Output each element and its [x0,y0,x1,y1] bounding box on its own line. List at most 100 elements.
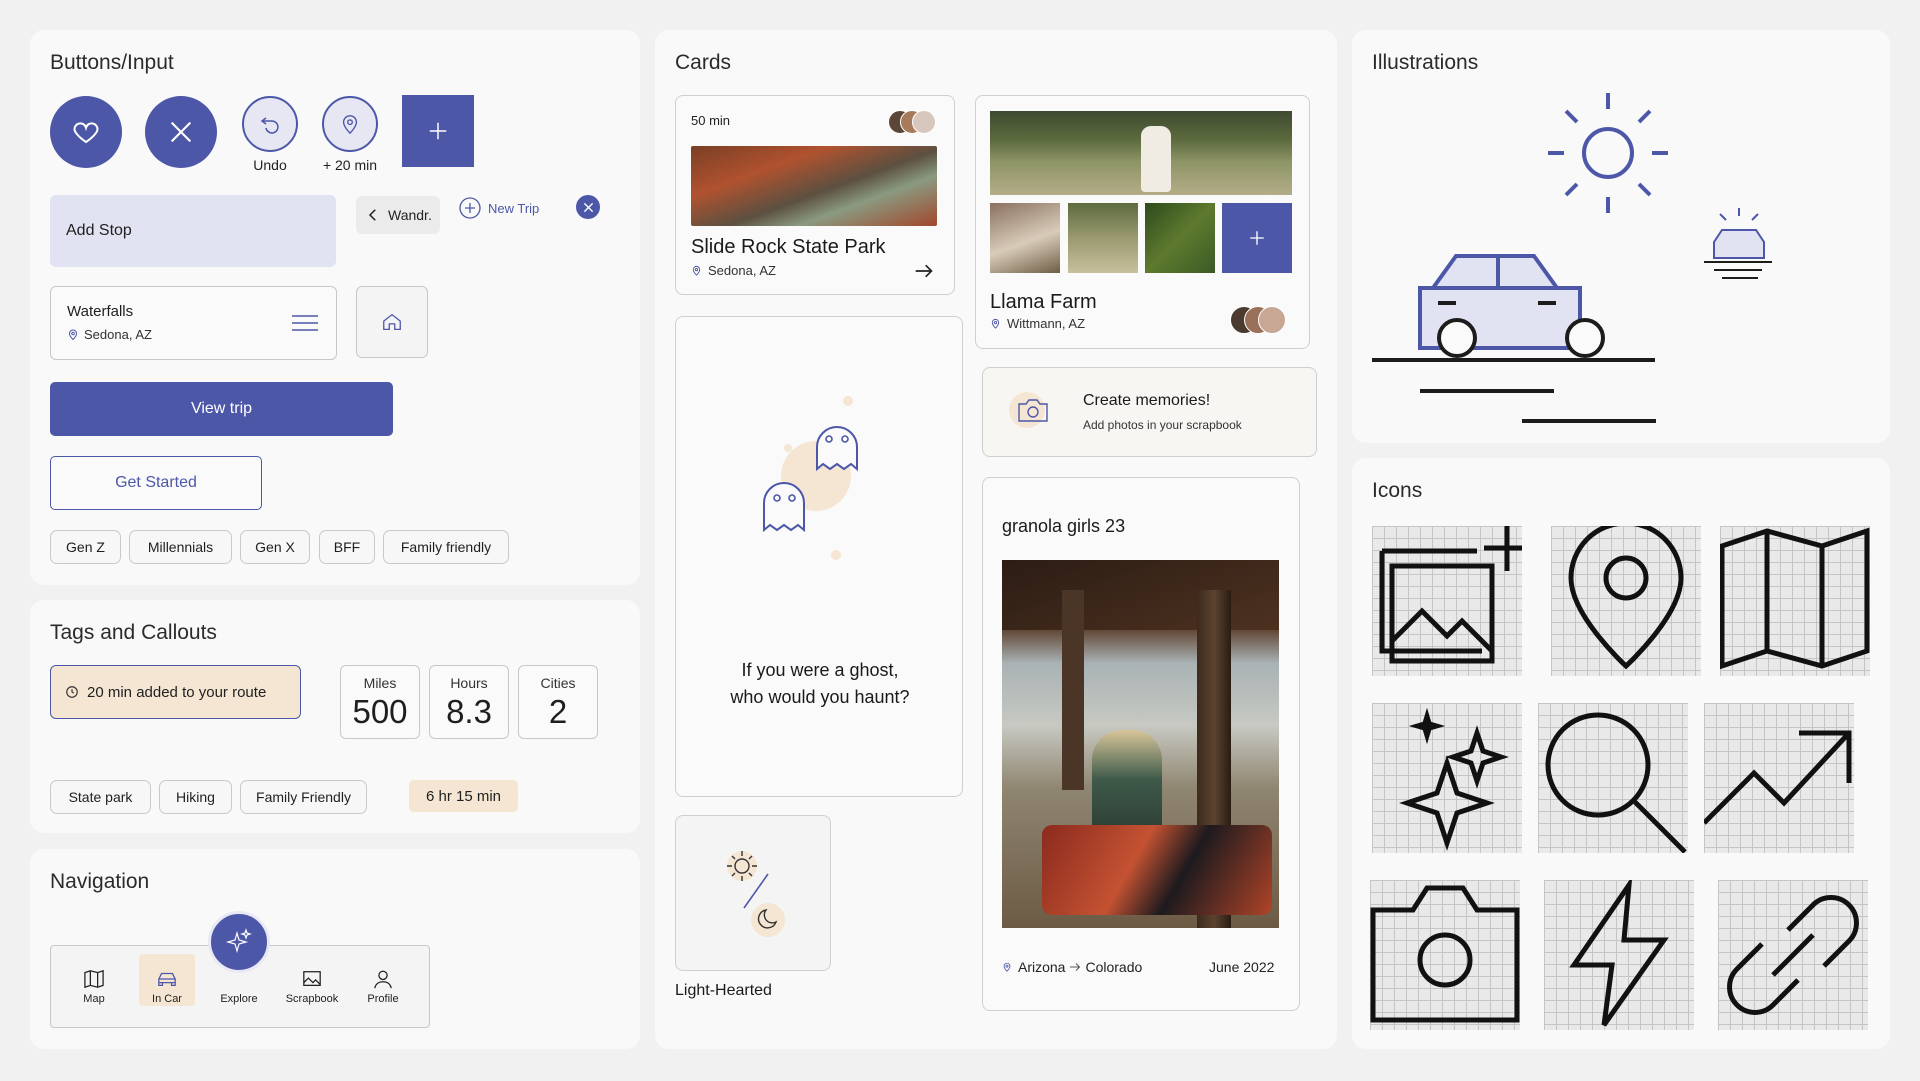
pin-icon [692,265,701,276]
lightning-icon [1544,880,1694,1030]
nav-item-explore[interactable]: Explore [211,957,267,1005]
add-image-icon [1372,526,1522,676]
nav-label: Scrapbook [285,993,339,1005]
pin-icon [1003,962,1011,972]
chip-family-friendly[interactable]: Family friendly [383,530,509,564]
favorite-button[interactable] [50,96,122,168]
stat-label: Miles [363,675,397,691]
icons-panel: Icons [1352,458,1890,1049]
card-light-hearted[interactable] [675,815,831,971]
heart-icon [73,122,99,144]
navigation-panel: Navigation Map In Car Explore Scrapbook … [30,849,640,1049]
callout-text: 20 min added to your route [87,683,267,701]
dismiss-button[interactable] [145,96,217,168]
clear-button[interactable] [576,195,600,219]
car-icon [158,972,176,986]
add-stop-label: Add Stop [66,222,132,239]
route-from: Arizona [1018,959,1066,975]
tag-hiking[interactable]: Hiking [159,780,232,814]
home-button[interactable] [356,286,428,358]
view-trip-button[interactable]: View trip [50,382,393,436]
sparkle-icon [1372,703,1522,853]
illustrations-panel: Illustrations [1352,30,1890,443]
nav-item-profile[interactable]: Profile [355,957,411,1005]
chip-gen-z[interactable]: Gen Z [50,530,121,564]
pin-icon [68,329,78,341]
close-icon [583,202,593,212]
stat-cities: Cities 2 [518,665,598,739]
plus-icon [429,122,447,140]
new-trip-button[interactable]: New Trip [458,195,550,221]
arrow-right-icon[interactable] [914,263,934,279]
llama-figure [1141,126,1171,192]
section-title: Navigation [50,870,150,893]
trip-route: Arizona Colorado [1002,959,1142,975]
nav-item-scrapbook[interactable]: Scrapbook [284,957,340,1005]
location-pin-icon [1551,526,1701,676]
add-photo-button[interactable] [1222,203,1292,273]
add-button[interactable] [402,95,474,167]
view-trip-label: View trip [190,400,253,417]
tags-callouts-panel: Tags and Callouts 20 min added to your r… [30,600,640,833]
tag-family-friendly[interactable]: Family Friendly [240,780,367,814]
thumbnail-photo [1145,203,1215,273]
stat-label: Hours [450,675,488,691]
get-started-label: Get Started [115,474,197,491]
clock-icon [66,686,78,698]
back-label: Wandr. [388,207,432,223]
tag-state-park[interactable]: State park [50,780,151,814]
get-started-button[interactable]: Get Started [50,456,262,510]
nav-label: Profile [367,993,399,1005]
stat-label: Cities [540,675,576,691]
chip-gen-x[interactable]: Gen X [240,530,310,564]
nav-item-in-car[interactable]: In Car [139,957,195,1005]
add-stop-button[interactable]: Add Stop [50,195,336,267]
section-title: Icons [1372,479,1423,502]
ghost-illustration [763,396,858,560]
card-slide-rock[interactable]: 50 min Slide Rock State Park Sedona, AZ [675,95,955,295]
card-llama-farm[interactable]: Llama Farm Wittmann, AZ [975,95,1310,349]
card-title: Slide Rock State Park [691,236,886,258]
pin-icon [991,318,1000,329]
sparkle-icon [225,928,252,954]
trending-up-icon [1704,703,1854,853]
chip-millennials[interactable]: Millennials [129,530,232,564]
route-callout: 20 min added to your route [50,665,301,719]
user-icon [374,970,392,989]
pin-icon [342,115,358,135]
stat-value: 500 [352,693,408,730]
duration-badge: 6 hr 15 min [409,780,518,812]
image-icon [303,971,321,986]
card-scrapbook[interactable]: granola girls 23 Arizona Colorado June 2… [982,477,1300,1011]
home-icon [383,313,401,330]
card-ghost-prompt[interactable]: If you were a ghost, who would you haunt… [675,316,963,797]
stat-miles: Miles 500 [340,665,420,739]
thumbnail-photo [990,203,1060,273]
arrow-right-icon [1070,963,1081,971]
prompt-line-1: If you were a ghost, [741,660,899,680]
stop-item-waterfalls[interactable]: Waterfalls Sedona, AZ [50,286,337,360]
nav-item-map[interactable]: Map [66,957,122,1005]
stop-location: Sedona, AZ [67,327,152,342]
stat-value: 2 [548,693,568,730]
scrapbook-title: granola girls 23 [1002,516,1126,536]
stop-title: Waterfalls [67,303,134,320]
camera-icon [1018,399,1048,422]
card-create-memories[interactable]: Create memories! Add photos in your scra… [982,367,1317,457]
undo-button[interactable] [242,96,298,152]
chip-bff[interactable]: BFF [319,530,375,564]
avatar [1258,306,1286,334]
add-time-button[interactable] [322,96,378,152]
search-icon [1538,703,1688,853]
undo-icon [260,117,279,134]
drag-handle-icon[interactable] [291,313,319,333]
card-location: Wittmann, AZ [990,316,1085,331]
plus-circle-icon [459,197,481,219]
back-button[interactable]: Wandr. [356,196,440,234]
scrapbook-photo [1002,560,1279,928]
add-time-label: + 20 min [322,157,378,173]
stop-location-text: Sedona, AZ [84,327,152,342]
section-title: Cards [675,51,732,74]
card-title: Llama Farm [990,291,1097,313]
card-photo [691,146,937,226]
